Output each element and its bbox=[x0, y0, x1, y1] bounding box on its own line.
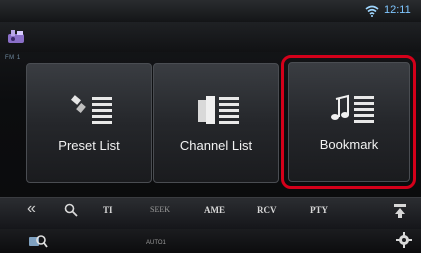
rewind-button[interactable]: « bbox=[27, 200, 36, 218]
seek-button[interactable]: SEEK bbox=[150, 205, 170, 214]
ame-button[interactable]: AME bbox=[204, 205, 225, 215]
gear-icon[interactable] bbox=[396, 232, 412, 248]
pty-button[interactable]: PTY bbox=[310, 205, 328, 215]
clock: 12:11 bbox=[384, 4, 411, 16]
auto-mode-label: AUTO1 bbox=[146, 240, 166, 246]
preset-list-button[interactable]: Preset List bbox=[26, 63, 152, 183]
status-bar bbox=[0, 0, 421, 22]
radio-screen: 12:11 FM 1 Preset List Channel List Book… bbox=[0, 0, 421, 253]
bottom-bar bbox=[0, 229, 421, 253]
top-strip bbox=[0, 22, 421, 52]
channel-list-icon bbox=[198, 96, 239, 124]
antenna-arrow-icon[interactable] bbox=[393, 203, 407, 219]
bookmark-highlight-frame bbox=[281, 55, 416, 189]
rcv-button[interactable]: RCV bbox=[257, 205, 277, 215]
search-source-icon[interactable] bbox=[27, 232, 49, 250]
wifi-icon bbox=[365, 5, 379, 17]
preset-list-label: Preset List bbox=[58, 138, 120, 153]
search-icon[interactable] bbox=[64, 203, 78, 217]
radio-source-icon[interactable] bbox=[6, 28, 28, 46]
channel-list-label: Channel List bbox=[179, 138, 253, 153]
band-label: FM 1 bbox=[5, 55, 21, 61]
ti-button[interactable]: TI bbox=[103, 205, 113, 215]
preset-list-icon bbox=[71, 95, 112, 124]
channel-list-button[interactable]: Channel List bbox=[153, 63, 279, 183]
